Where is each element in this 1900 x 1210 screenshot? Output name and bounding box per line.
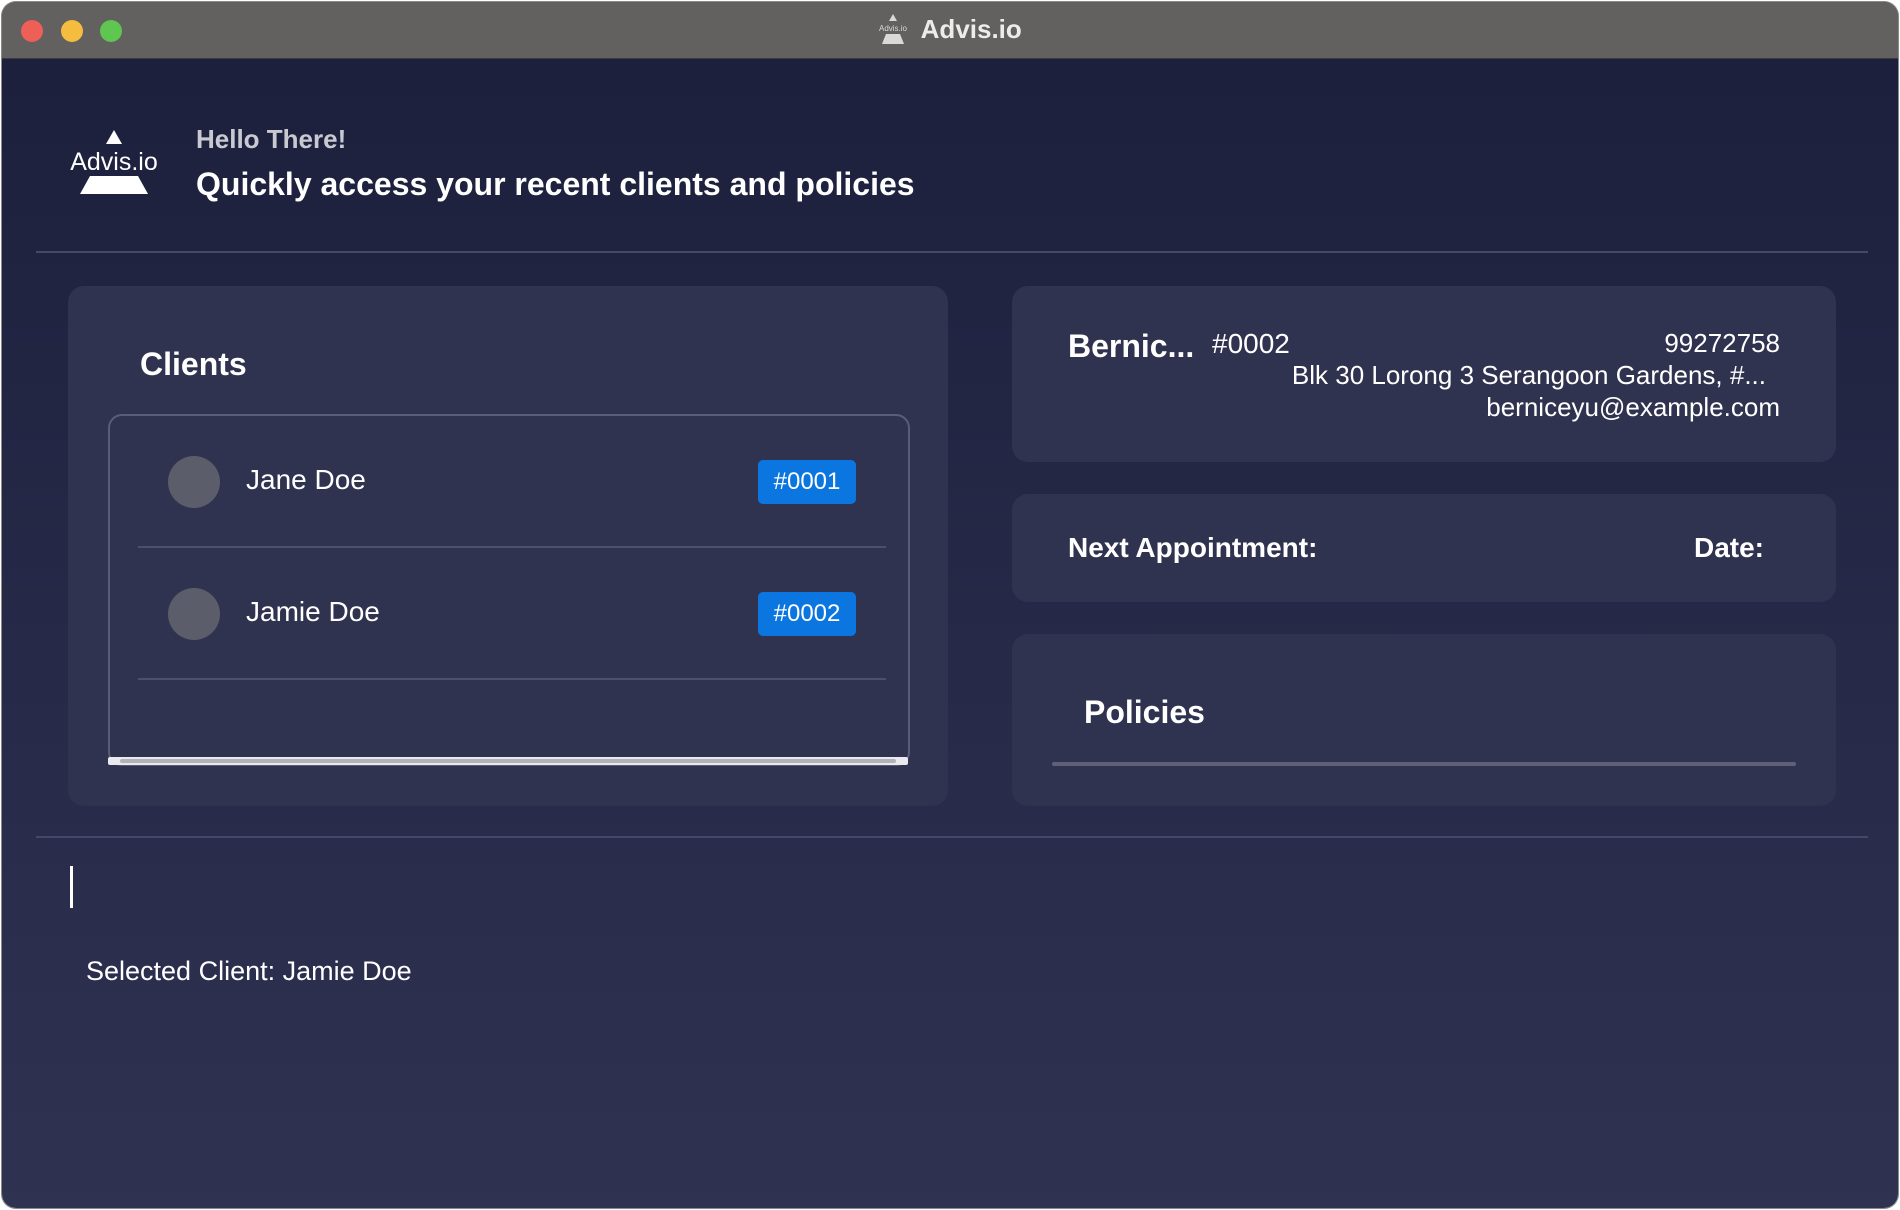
- avatar: [168, 456, 220, 508]
- policies-list[interactable]: [1052, 762, 1796, 766]
- horizontal-scrollbar[interactable]: [108, 757, 908, 765]
- client-detail-card: Bernic... #0002 99272758 Blk 30 Lorong 3…: [1012, 286, 1836, 462]
- window-title: Advis.io: [920, 13, 1022, 44]
- client-list-item[interactable]: Jane Doe #0001: [138, 416, 886, 548]
- result-display: Selected Client: Jamie Doe: [86, 956, 412, 986]
- greeting-text: Hello There!: [196, 124, 347, 154]
- next-appointment-label: Next Appointment:: [1068, 532, 1318, 563]
- client-detail-email: berniceyu@example.com: [1486, 392, 1780, 422]
- client-detail-address: Blk 30 Lorong 3 Serangoon Gardens, #...: [1291, 360, 1766, 390]
- title-bar[interactable]: Advis.io Advis.io: [2, 2, 1898, 59]
- client-name: Jamie Doe: [246, 596, 380, 627]
- text-cursor: [70, 866, 73, 908]
- client-name: Jane Doe: [246, 464, 366, 495]
- svg-text:Advis.io: Advis.io: [879, 24, 908, 33]
- advisio-logo: Advis.io: [64, 130, 164, 196]
- client-detail-name: Bernic...: [1068, 328, 1195, 364]
- content-divider: [36, 836, 1868, 838]
- header: Advis.io Hello There! Quickly access you…: [2, 58, 1898, 252]
- clients-title: Clients: [140, 346, 247, 382]
- clients-panel: Clients Jane Doe #0001 Jamie Doe #0002: [68, 286, 948, 806]
- client-list-item[interactable]: Jamie Doe #0002: [138, 548, 886, 680]
- policies-panel: Policies: [1012, 634, 1836, 806]
- app-window: Advis.io Advis.io Advis.io Hello There! …: [2, 2, 1898, 1208]
- client-id-badge: #0002: [758, 592, 856, 636]
- client-list[interactable]: Jane Doe #0001 Jamie Doe #0002: [108, 414, 910, 766]
- header-divider: [36, 251, 1868, 253]
- avatar: [168, 588, 220, 640]
- command-input[interactable]: [58, 852, 1848, 922]
- next-appointment-card: Next Appointment: Date:: [1012, 494, 1836, 602]
- scrollbar-thumb[interactable]: [120, 759, 896, 763]
- client-detail-phone: 99272758: [1664, 328, 1780, 358]
- appointment-date-label: Date:: [1693, 532, 1764, 563]
- page-subtitle: Quickly access your recent clients and p…: [196, 166, 915, 202]
- policies-title: Policies: [1084, 694, 1205, 730]
- client-detail-id: #0002: [1212, 328, 1290, 359]
- logo-text: Advis.io: [70, 148, 158, 176]
- app-logo-icon: Advis.io: [878, 12, 908, 46]
- client-id-badge: #0001: [758, 460, 856, 504]
